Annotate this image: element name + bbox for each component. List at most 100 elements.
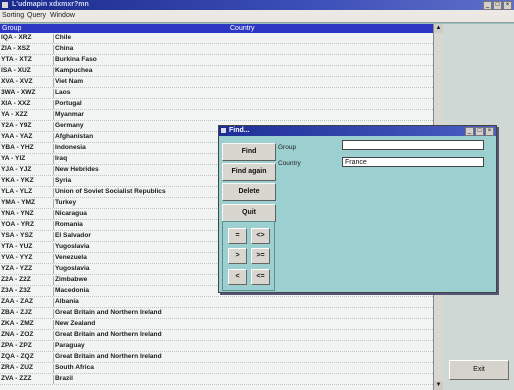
country-cell: Iraq — [55, 155, 68, 162]
table-row[interactable]: ZRA - ZUZ South Africa — [0, 364, 433, 374]
group-cell: ZKA - ZMZ — [0, 320, 54, 329]
country-cell: Turkey — [55, 199, 77, 206]
group-cell: YOA - YRZ — [0, 221, 54, 230]
exit-button[interactable]: Exit — [449, 360, 509, 380]
group-cell: ZPA - ZPZ — [0, 342, 54, 351]
country-cell: Indonesia — [55, 144, 86, 151]
quit-button[interactable]: Quit — [222, 204, 276, 222]
group-cell: IQA - XRZ — [0, 34, 54, 43]
country-cell: South Africa — [55, 364, 94, 371]
group-cell: ZNA - ZOZ — [0, 331, 54, 340]
group-cell: YZA - YZZ — [0, 265, 54, 274]
group-cell: YMA - YMZ — [0, 199, 54, 208]
group-cell: YJA - YJZ — [0, 166, 54, 175]
group-label: Group — [278, 144, 297, 151]
group-cell: YSA - YSZ — [0, 232, 54, 241]
table-row[interactable]: ZPA - ZPZ Paraguay — [0, 342, 433, 352]
table-row[interactable]: ZVA - ZZZ Brazil — [0, 375, 433, 385]
find-dialog-title: Find... — [229, 127, 250, 134]
country-cell: Great Britain and Northern Ireland — [55, 331, 162, 338]
table-row[interactable]: ZBA - ZJZ Great Britain and Northern Irel… — [0, 309, 433, 319]
group-cell: YTA - YUZ — [0, 243, 54, 252]
group-cell: YBA - YHZ — [0, 144, 54, 153]
table-row[interactable]: ZIA - XSZ China — [0, 45, 433, 55]
table-row[interactable]: ZKA - ZMZ New Zealand — [0, 320, 433, 330]
table-row[interactable]: YTA - XTZ Burkina Faso — [0, 56, 433, 66]
table-row[interactable]: YA - XZZ Myanmar — [0, 111, 433, 121]
equals-operator-button[interactable]: = — [228, 228, 247, 244]
group-cell: YKA - YKZ — [0, 177, 54, 186]
menu-sorting[interactable]: Sorting — [2, 12, 24, 19]
menu-window[interactable]: Window — [50, 12, 75, 19]
country-cell: Portugal — [55, 100, 82, 107]
country-label: Country — [278, 160, 301, 167]
country-cell: Union of Soviet Socialist Republics — [55, 188, 166, 195]
system-menu-icon[interactable] — [2, 2, 8, 8]
country-cell: Viet Nam — [55, 78, 84, 85]
country-cell: New Hebrides — [55, 166, 99, 173]
country-cell: Yugoslavia — [55, 243, 90, 250]
dialog-menu-icon[interactable] — [221, 128, 226, 133]
table-row[interactable]: ZQA - ZQZ Great Britain and Northern Irel… — [0, 353, 433, 363]
country-cell: Yugoslavia — [55, 265, 90, 272]
scroll-up-icon[interactable]: ▲ — [434, 24, 443, 33]
country-cell: Paraguay — [55, 342, 85, 349]
country-cell: Kampuchea — [55, 67, 93, 74]
not-equal-operator-button[interactable]: <> — [251, 228, 270, 244]
country-cell: Laos — [55, 89, 71, 96]
country-cell: China — [55, 45, 74, 52]
title-bar: L'udmapin xdxmxr?mn _ □ × — [0, 0, 514, 10]
less-than-operator-button[interactable]: < — [228, 269, 247, 285]
group-cell: 3WA - XWZ — [0, 89, 54, 98]
country-cell: El Salvador — [55, 232, 91, 239]
country-cell: Venezuela — [55, 254, 87, 261]
dialog-close-button[interactable]: × — [485, 127, 494, 136]
greater-equal-operator-button[interactable]: >= — [251, 248, 270, 264]
dialog-minimize-button[interactable]: _ — [465, 127, 474, 136]
menu-query[interactable]: Query — [27, 12, 46, 19]
delete-button[interactable]: Delete — [222, 183, 276, 201]
group-cell: ZIA - XSZ — [0, 45, 54, 54]
close-button[interactable]: × — [503, 1, 512, 10]
country-cell: Great Britain and Northern Ireland — [55, 353, 162, 360]
operator-group: = <> > >= < <= — [222, 221, 275, 291]
group-cell: ZVA - ZZZ — [0, 375, 54, 384]
find-button[interactable]: Find — [222, 143, 276, 161]
menu-bar: Sorting Query Window — [0, 10, 514, 23]
find-dialog-titlebar: Find... _ □ × — [219, 126, 496, 136]
group-cell: YA - YIZ — [0, 155, 54, 164]
country-cell: Romania — [55, 221, 83, 228]
table-row[interactable]: ISA - XUZ Kampuchea — [0, 67, 433, 77]
table-header: Group Country — [0, 24, 433, 33]
dialog-maximize-button[interactable]: □ — [475, 127, 484, 136]
find-again-button[interactable]: Find again — [222, 163, 276, 181]
greater-than-operator-button[interactable]: > — [228, 248, 247, 264]
dialog-controls: _ □ × — [465, 127, 494, 136]
scroll-down-icon[interactable]: ▼ — [434, 381, 443, 390]
table-row[interactable]: XVA - XVZ Viet Nam — [0, 78, 433, 88]
group-cell: YTA - XTZ — [0, 56, 54, 65]
less-equal-operator-button[interactable]: <= — [251, 269, 270, 285]
country-field[interactable]: France — [342, 157, 484, 167]
group-cell: YNA - YNZ — [0, 210, 54, 219]
group-cell: Y2A - Y9Z — [0, 122, 54, 131]
group-cell: XIA - XXZ — [0, 100, 54, 109]
table-row[interactable]: XIA - XXZ Portugal — [0, 100, 433, 110]
maximize-button[interactable]: □ — [493, 1, 502, 10]
country-cell: Zimbabwe — [55, 276, 88, 283]
country-cell: Nicaragua — [55, 210, 87, 217]
group-cell: Z2A - Z2Z — [0, 276, 54, 285]
country-cell: New Zealand — [55, 320, 96, 327]
table-row[interactable]: ZNA - ZOZ Great Britain and Northern Irel… — [0, 331, 433, 341]
minimize-button[interactable]: _ — [483, 1, 492, 10]
table-row[interactable]: 3WA - XWZ Laos — [0, 89, 433, 99]
group-cell: Z3A - Z3Z — [0, 287, 54, 296]
group-cell: ZAA - ZAZ — [0, 298, 54, 307]
table-row[interactable]: IQA - XRZ Chile — [0, 34, 433, 44]
country-cell: Germany — [55, 122, 84, 129]
group-cell: YA - XZZ — [0, 111, 54, 120]
table-row[interactable]: ZAA - ZAZ Albania — [0, 298, 433, 308]
group-field[interactable] — [342, 140, 484, 150]
column-group-header[interactable]: Group — [2, 25, 21, 32]
column-country-header[interactable]: Country — [230, 25, 255, 32]
